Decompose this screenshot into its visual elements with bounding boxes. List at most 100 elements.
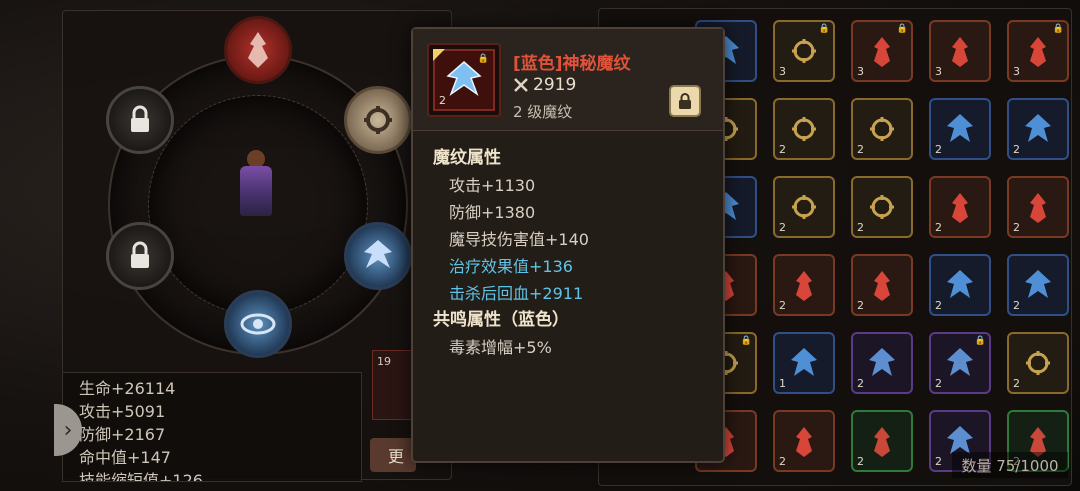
rune-icon xyxy=(874,37,890,67)
rune-icon xyxy=(870,117,894,141)
rune-cell-level: 2 xyxy=(1013,377,1020,390)
rune-icon xyxy=(874,271,890,301)
rune-icon xyxy=(952,193,968,223)
rune-icon xyxy=(792,195,816,219)
stat-line: 攻击+5091 xyxy=(79,402,166,421)
rune-inventory-cell[interactable]: 2 xyxy=(1007,254,1069,316)
rune-slot-bottom[interactable] xyxy=(224,290,292,358)
rune-cell-level: 2 xyxy=(1013,221,1020,234)
lock-icon xyxy=(679,93,691,109)
crossed-swords-icon xyxy=(514,78,528,92)
rune-icon xyxy=(874,427,890,457)
rune-cell-level: 2 xyxy=(779,455,786,468)
lock-toggle-button[interactable] xyxy=(669,85,701,117)
rune-inventory-cell[interactable]: 2 xyxy=(773,254,835,316)
rune-inventory-cell[interactable]: 2 xyxy=(1007,176,1069,238)
lock-small-icon: 🔒 xyxy=(740,336,752,346)
rune-cell-level: 3 xyxy=(1013,65,1020,78)
lock-small-icon: 🔒 xyxy=(1052,24,1064,34)
rune-inventory-cell[interactable]: 1 xyxy=(773,332,835,394)
rune-cell-level: 2 xyxy=(1013,143,1020,156)
rune-icon xyxy=(1026,351,1050,375)
rune-cell-level: 2 xyxy=(935,377,942,390)
rune-cell-level: 2 xyxy=(857,143,864,156)
rune-inventory-cell[interactable]: 2 🔒 xyxy=(929,332,991,394)
rune-slot-top[interactable] xyxy=(224,16,292,84)
character-body xyxy=(240,166,272,216)
lock-small-icon: 🔒 xyxy=(477,54,489,64)
rune-cell-level: 3 xyxy=(935,65,942,78)
rune-cell-level: 1 xyxy=(779,377,786,390)
character-avatar xyxy=(236,150,276,222)
stat-line: 技能缩短值+126 xyxy=(79,471,203,482)
rune-inventory-cell[interactable]: 2 xyxy=(929,98,991,160)
attr-line: 防御+1380 xyxy=(449,203,536,222)
rune-icon-level: 2 xyxy=(439,94,446,107)
rune-level: 2 级魔纹 xyxy=(513,103,573,121)
rune-icon xyxy=(870,195,894,219)
rune-inventory-cell[interactable]: 2 xyxy=(773,176,835,238)
rune-cell-level: 2 xyxy=(935,455,942,468)
rune-cell-level: 2 xyxy=(857,221,864,234)
rune-inventory-cell[interactable]: 2 xyxy=(851,98,913,160)
rune-inventory-cell[interactable]: 3 🔒 xyxy=(773,20,835,82)
rune-cell-level: 2 xyxy=(779,299,786,312)
rune-slot-upper-right[interactable] xyxy=(344,86,412,154)
rune-inventory-cell[interactable]: 2 xyxy=(773,410,835,472)
rune-cell-level: 3 xyxy=(779,65,786,78)
rune-inventory-cell[interactable]: 2 xyxy=(851,176,913,238)
rune-inventory-cell[interactable]: 3 🔒 xyxy=(1007,20,1069,82)
equipped-item-thumb[interactable]: 19 xyxy=(372,350,414,420)
lock-small-icon: 🔒 xyxy=(818,24,830,34)
rune-icon xyxy=(792,39,816,63)
rune-cell-level: 2 xyxy=(935,143,942,156)
rune-inventory-cell[interactable]: 2 xyxy=(851,332,913,394)
rune-tooltip: 🔒 2 [蓝色]神秘魔纹 2919 2 级魔纹 魔纹属性 攻击+1130 防御+… xyxy=(411,27,725,463)
rune-icon xyxy=(1025,114,1051,142)
rune-inventory-cell[interactable]: 2 xyxy=(929,176,991,238)
rune-icon xyxy=(1030,37,1046,67)
rune-icon xyxy=(947,114,973,142)
item-level: 19 xyxy=(377,355,391,368)
tooltip-header: 🔒 2 [蓝色]神秘魔纹 2919 2 级魔纹 xyxy=(413,29,723,131)
stat-line: 命中值+147 xyxy=(79,448,171,467)
rune-inventory-cell[interactable]: 2 xyxy=(1007,332,1069,394)
tooltip-body: 魔纹属性 攻击+1130 防御+1380 魔导技伤害值+140 治疗效果值+13… xyxy=(433,145,713,361)
rune-slot-lower-left-locked[interactable] xyxy=(106,222,174,290)
rune-icon xyxy=(796,271,812,301)
rune-cell-level: 2 xyxy=(935,221,942,234)
rune-cell-level: 2 xyxy=(857,299,864,312)
stat-line: 防御+2167 xyxy=(79,425,166,444)
crystal-rune-icon xyxy=(446,61,482,96)
rune-inventory-cell[interactable]: 2 xyxy=(929,254,991,316)
change-button[interactable]: 更 xyxy=(370,438,416,472)
rune-name: [蓝色]神秘魔纹 xyxy=(513,54,631,74)
rune-icon xyxy=(869,348,895,376)
section-resonance: 共鸣属性（蓝色） xyxy=(433,310,569,330)
game-screen: 生命+26114 攻击+5091 防御+2167 命中值+147 技能缩短值+1… xyxy=(0,0,1080,491)
rune-cell-level: 2 xyxy=(935,299,942,312)
resonance-attr-line: 毒素增幅+5% xyxy=(449,338,552,357)
rune-inventory-cell[interactable]: 2 xyxy=(851,254,913,316)
stat-line: 生命+26114 xyxy=(79,379,176,398)
rune-inventory-cell[interactable]: 2 xyxy=(1007,98,1069,160)
chevron-right-icon: › xyxy=(63,417,73,443)
rune-inventory-cell[interactable]: 2 xyxy=(851,410,913,472)
rune-cell-level: 2 xyxy=(779,143,786,156)
flame-rune-icon xyxy=(248,32,268,68)
rune-item-icon: 🔒 2 xyxy=(427,43,501,117)
lock-small-icon: 🔒 xyxy=(974,336,986,346)
rune-icon xyxy=(1030,193,1046,223)
lock-small-icon: 🔒 xyxy=(896,24,908,34)
attr-line: 攻击+1130 xyxy=(449,176,536,195)
rune-icon xyxy=(791,348,817,376)
change-button-label: 更 xyxy=(388,447,405,466)
rune-inventory-cell[interactable]: 3 🔒 xyxy=(851,20,913,82)
inventory-count: 数量 75/1000 xyxy=(952,452,1068,478)
rune-inventory-cell[interactable]: 3 xyxy=(929,20,991,82)
lock-icon xyxy=(131,241,149,268)
swirl-rune-icon xyxy=(364,106,392,134)
rune-slot-lower-right[interactable] xyxy=(344,222,412,290)
rune-inventory-cell[interactable]: 2 xyxy=(773,98,835,160)
rune-slot-upper-left-locked[interactable] xyxy=(106,86,174,154)
